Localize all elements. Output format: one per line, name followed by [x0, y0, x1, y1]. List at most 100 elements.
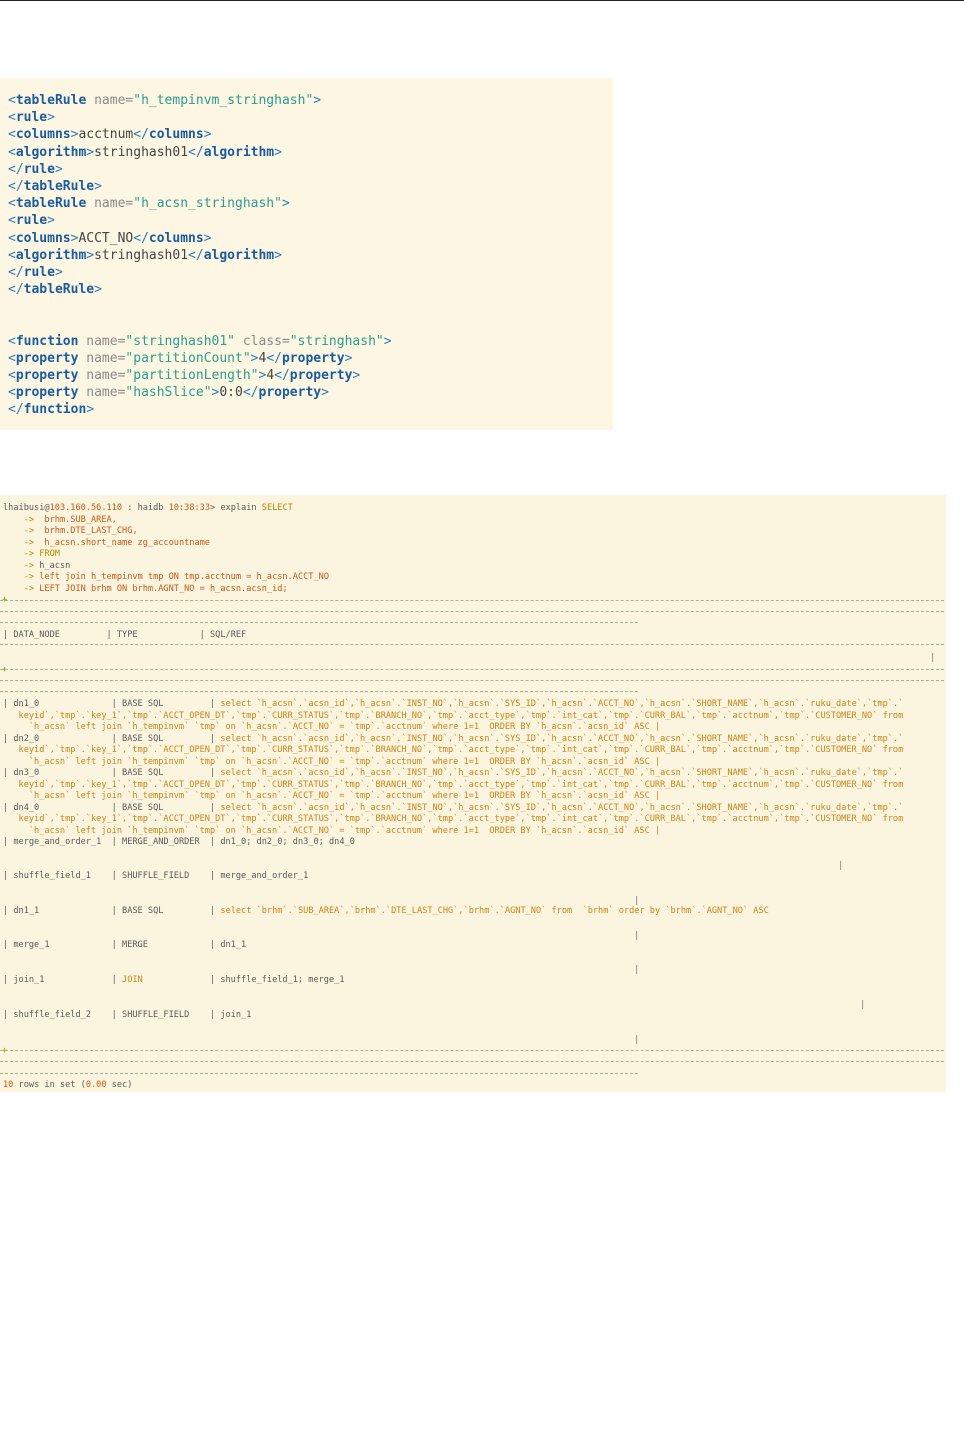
- type-shuffle-field-1: SHUFFLE_FIELD: [122, 871, 190, 881]
- prop2-name: partitionLength: [133, 368, 251, 383]
- xml-line-4: <algorithm>stringhash01</algorithm>: [8, 144, 282, 160]
- query-line-3: -> h_acsn.short_name zg_accountname: [23, 537, 210, 548]
- query-text-7: LEFT JOIN brhm ON brhm.AGNT_NO = h_acsn.…: [39, 583, 288, 594]
- top-rule: [0, 0, 964, 1]
- border-plus-2: +: [2, 665, 8, 675]
- rule2-algorithm: stringhash01: [94, 247, 189, 263]
- node-shuffle-field-2: shuffle_field_2: [13, 1010, 91, 1020]
- row-join-1: | join_1 | JOIN | shuffle_field_1; merge…: [3, 975, 345, 985]
- terminal-screenshot: lhaibusi@103.160.56.110 : haidb 10:38:33…: [0, 495, 946, 1092]
- query-line-4: -> FROM: [23, 549, 60, 559]
- xml-line-3: <columns>acctnum</columns>: [8, 127, 212, 143]
- header-rule-3: [0, 680, 944, 681]
- node-shuffle-field-1: shuffle_field_1: [13, 871, 91, 881]
- query-line-7: -> LEFT JOIN brhm ON brhm.AGNT_NO = h_ac…: [23, 583, 288, 594]
- xml-line-2: <rule>: [8, 110, 55, 126]
- sql-3a: select `h_acsn`.`acsn_id`,`h_acsn`.`INST…: [220, 768, 904, 778]
- type-dn1-0: BASE SQL: [122, 699, 164, 709]
- prompt-user: lhaibusi: [3, 503, 45, 513]
- header-rule-1: [0, 644, 944, 645]
- table-border-bottom-3: [0, 1073, 638, 1074]
- ref-merge-and-order: dn1_0; dn2_0; dn3_0; dn4_0: [220, 837, 355, 847]
- node-merge-1: merge_1: [13, 940, 50, 950]
- pipe-mark: |: [930, 653, 936, 663]
- node-dn3-0: dn3_0: [13, 768, 40, 778]
- terminal-prompt: lhaibusi@103.160.56.110 : haidb 10:38:33…: [3, 503, 293, 513]
- query-text-1: brhm.SUB_AREA,: [44, 514, 117, 525]
- type-join-1: JOIN: [122, 975, 143, 985]
- row-merge-1: | merge_1 | MERGE | dn1_1: [3, 940, 247, 950]
- header-rule-4: [0, 691, 638, 692]
- prop1-name: partitionCount: [133, 350, 243, 366]
- node-dn4-0: dn4_0: [13, 802, 40, 813]
- ref-join-1: shuffle_field_1; merge_1: [220, 975, 345, 985]
- rule1-algorithm: stringhash01: [94, 144, 189, 160]
- sql-2c: `h_acsn` left join `h_tempinvm` `tmp` on…: [28, 756, 661, 767]
- query-line-6: -> left join h_tempinvm tmp ON tmp.acctn…: [23, 572, 329, 582]
- query-text-4: FROM: [39, 549, 60, 559]
- sql-2a: select `h_acsn`.`acsn_id`,`h_acsn`.`INST…: [220, 733, 904, 744]
- type-dn1-1: BASE SQL: [122, 906, 164, 916]
- query-line-2: -> brhm.DTE_LAST_CHG,: [23, 526, 138, 536]
- ref-shuffle-field-1: merge_and_order_1: [220, 871, 309, 881]
- pipe-mark: |: [838, 861, 844, 871]
- prop2-value: 4: [266, 368, 275, 383]
- xml-blank-2: [8, 315, 392, 332]
- node-dn1-0: dn1_0: [13, 699, 40, 709]
- header-sql-ref: SQL/REF: [210, 630, 247, 640]
- prop3-name: hashSlice: [133, 385, 204, 401]
- xml-code: <tableRule name="h_tempinvm_stringhash">…: [8, 92, 392, 419]
- xml-blank-1: [8, 298, 392, 315]
- sql-4b: keyid`,`tmp`.`key_1`,`tmp`.`ACCT_OPEN_DT…: [18, 814, 904, 824]
- header-type: TYPE: [116, 630, 138, 640]
- node-dn1-1: dn1_1: [13, 906, 40, 916]
- header-rule-2: [0, 669, 944, 670]
- xml-line-17: </function>: [8, 402, 95, 418]
- ref-dn1-1: select `brhm`.`SUB_AREA`,`brhm`.`DTE_LAS…: [220, 906, 769, 916]
- query-text-5: h_acsn: [39, 560, 71, 571]
- sql-3c: `h_acsn` left join `h_tempinvm` `tmp` on…: [28, 791, 661, 801]
- table-border-bottom-2: [0, 1061, 944, 1062]
- footer-time: 0.00: [85, 1080, 107, 1090]
- rule2-name: h_acsn_stringhash: [141, 196, 275, 212]
- footer-row-count: 10: [3, 1080, 14, 1090]
- xml-line-16: <property name="hashSlice">0:0</property…: [8, 385, 329, 401]
- query-line-1: -> brhm.SUB_AREA,: [23, 514, 117, 525]
- xml-line-13: <function name="stringhash01" class="str…: [8, 333, 392, 349]
- border-plus-3: +: [2, 1046, 8, 1056]
- pipe-mark: |: [634, 931, 640, 941]
- prompt-host: 103.160.56.110: [49, 503, 123, 513]
- sql-1c: `h_acsn` left join `h_tempinvm` `tmp` on…: [28, 722, 661, 732]
- xml-line-6: </tableRule>: [8, 178, 102, 194]
- prompt-time: 10:38:33: [168, 503, 211, 513]
- sql-2b: keyid`,`tmp`.`key_1`,`tmp`.`ACCT_OPEN_DT…: [18, 745, 904, 755]
- type-dn4-0: BASE SQL: [122, 802, 164, 813]
- type-dn3-0: BASE SQL: [122, 768, 164, 778]
- xml-line-12: </tableRule>: [8, 282, 102, 298]
- function-class: stringhash: [297, 333, 376, 349]
- sql-3b: keyid`,`tmp`.`key_1`,`tmp`.`ACCT_OPEN_DT…: [18, 779, 904, 790]
- xml-line-7: <tableRule name="h_acsn_stringhash">: [8, 196, 290, 212]
- sql-1b: keyid`,`tmp`.`key_1`,`tmp`.`ACCT_OPEN_DT…: [18, 710, 904, 721]
- rule1-name: h_tempinvm_stringhash: [141, 93, 306, 108]
- type-merge-and-order: MERGE_AND_ORDER: [122, 837, 200, 847]
- ref-shuffle-field-2: join_1: [220, 1010, 252, 1020]
- rule2-columns: ACCT_NO: [78, 230, 134, 246]
- function-name: stringhash01: [133, 333, 228, 349]
- table-border-bottom: [0, 1050, 944, 1051]
- query-line-5: -> h_acsn: [23, 560, 71, 571]
- type-dn2-0: BASE SQL: [122, 733, 164, 744]
- footer-text: rows in set: [18, 1080, 76, 1090]
- prompt-db: haidb: [137, 503, 164, 513]
- type-merge-1: MERGE: [122, 940, 148, 950]
- row-shuffle-field-2: | shuffle_field_2 | SHUFFLE_FIELD | join…: [3, 1010, 252, 1020]
- query-text-3: h_acsn.short_name zg_accountname: [44, 537, 210, 548]
- node-merge-and-order: merge_and_order_1: [13, 837, 102, 847]
- node-join-1: join_1: [13, 975, 45, 985]
- pipe-mark: |: [634, 965, 640, 975]
- sql-4c: `h_acsn` left join `h_tempinvm` `tmp` on…: [28, 825, 661, 836]
- row-shuffle-field-1: | shuffle_field_1 | SHUFFLE_FIELD | merg…: [3, 871, 309, 881]
- xml-line-15: <property name="partitionLength">4</prop…: [8, 368, 361, 383]
- xml-line-8: <rule>: [8, 213, 55, 229]
- sql-1a: select `h_acsn`.`acsn_id`,`h_acsn`.`INST…: [220, 699, 904, 709]
